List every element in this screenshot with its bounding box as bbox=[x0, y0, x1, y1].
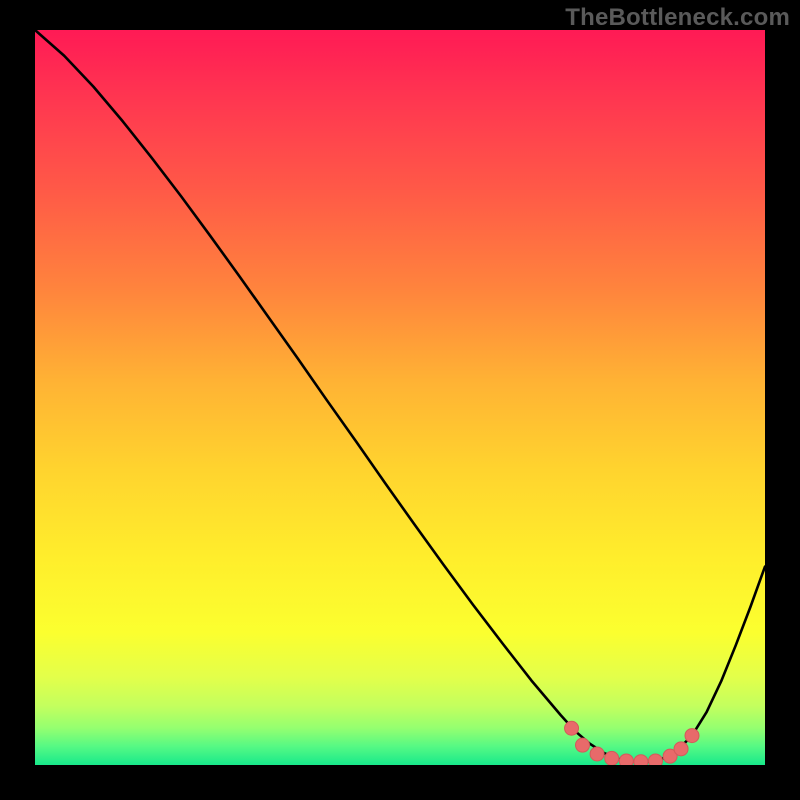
bottleneck-chart bbox=[35, 30, 765, 765]
optimal-marker bbox=[576, 738, 590, 752]
optimal-marker bbox=[634, 755, 648, 765]
optimal-marker bbox=[590, 747, 604, 761]
gradient-background bbox=[35, 30, 765, 765]
optimal-marker bbox=[685, 729, 699, 743]
optimal-marker bbox=[649, 754, 663, 765]
optimal-marker bbox=[605, 751, 619, 765]
watermark-text: TheBottleneck.com bbox=[565, 4, 790, 32]
optimal-marker bbox=[674, 742, 688, 756]
optimal-marker bbox=[619, 754, 633, 765]
plot-area bbox=[35, 30, 765, 765]
optimal-marker bbox=[565, 721, 579, 735]
chart-frame: TheBottleneck.com bbox=[0, 0, 800, 800]
